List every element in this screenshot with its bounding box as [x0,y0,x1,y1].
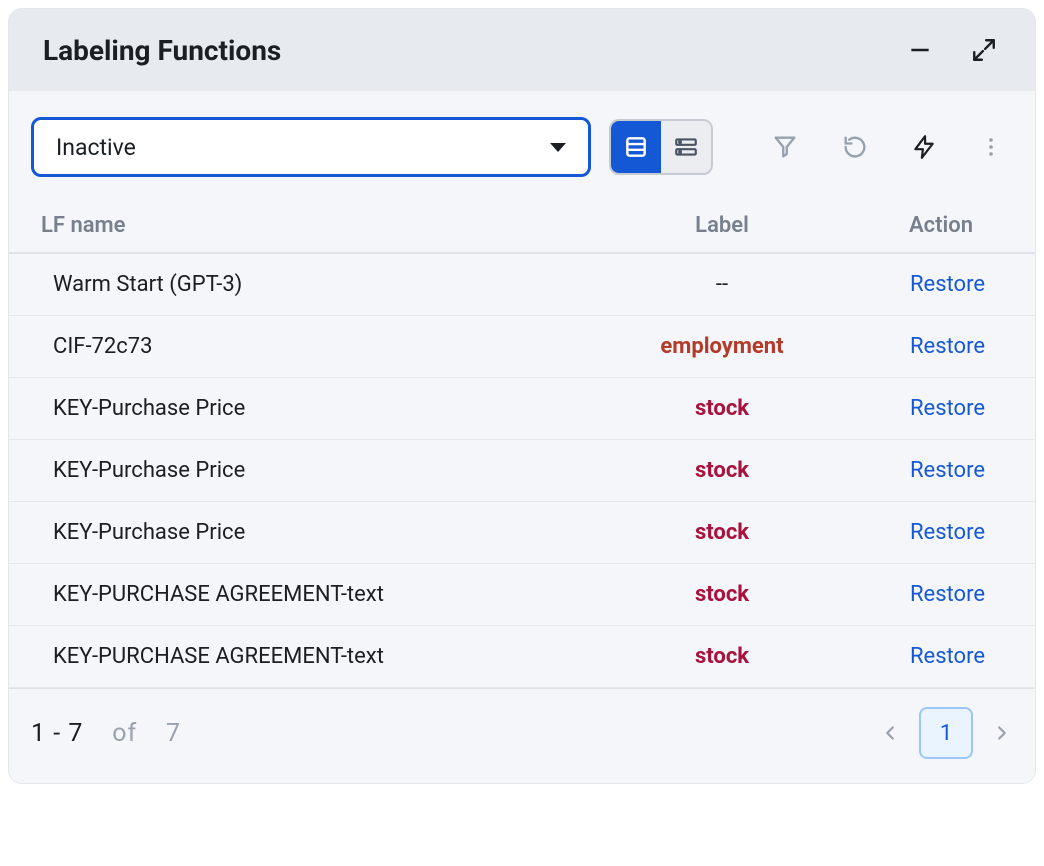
table-row: KEY-PURCHASE AGREEMENT-textstock Restore [9,564,1035,626]
panel-title: Labeling Functions [43,34,281,67]
cell-action: Restore [837,458,1017,483]
col-action: Action [837,213,1017,238]
restore-link[interactable]: Restore [910,644,985,669]
cell-label: stock [607,458,837,483]
lightning-button[interactable] [907,130,941,164]
view-toggle-detail[interactable] [661,121,711,173]
cell-action: Restore [837,582,1017,607]
cell-label: -- [607,272,837,297]
cell-action: Restore [837,396,1017,421]
panel-header: Labeling Functions [9,9,1035,91]
table-row: KEY-PURCHASE AGREEMENT-textstock Restore [9,626,1035,688]
cell-lf-name: KEY-PURCHASE AGREEMENT-text [53,644,607,669]
pager: 1 [879,707,1013,759]
restore-link[interactable]: Restore [910,334,985,359]
col-lf-name: LF name [41,213,607,238]
range-of-word: of [112,719,137,748]
toolbar: Inactive [9,91,1035,203]
cell-action: Restore [837,644,1017,669]
restore-link[interactable]: Restore [910,458,985,483]
more-button[interactable] [975,131,1007,163]
table-header: LF name Label Action [9,203,1035,254]
status-dropdown[interactable]: Inactive [31,117,591,177]
col-label: Label [607,213,837,238]
cell-action: Restore [837,272,1017,297]
expand-button[interactable] [967,33,1001,67]
cell-action: Restore [837,334,1017,359]
lf-table: LF name Label Action Warm Start (GPT-3)-… [9,203,1035,688]
table-row: KEY-Purchase Pricestock Restore [9,440,1035,502]
range-to: 7 [68,719,83,748]
chevron-down-icon [550,143,566,152]
view-toggle-list[interactable] [611,121,661,173]
cell-label: stock [607,644,837,669]
cell-label: stock [607,582,837,607]
cell-lf-name: KEY-Purchase Price [53,396,607,421]
minimize-button[interactable] [903,33,937,67]
cell-label: employment [607,334,837,359]
table-row: CIF-72c73employment Restore [9,316,1035,378]
panel-header-actions [903,33,1001,67]
table-body: Warm Start (GPT-3)--RestoreCIF-72c73empl… [9,254,1035,688]
cell-lf-name: KEY-Purchase Price [53,458,607,483]
cell-lf-name: KEY-Purchase Price [53,520,607,545]
refresh-button[interactable] [837,129,873,165]
refresh-icon [841,133,869,161]
table-row: KEY-Purchase Pricestock Restore [9,378,1035,440]
more-vertical-icon [979,135,1003,159]
view-toggle [609,119,713,175]
cell-label: stock [607,520,837,545]
pager-page-current[interactable]: 1 [919,707,973,759]
cell-lf-name: KEY-PURCHASE AGREEMENT-text [53,582,607,607]
pager-prev[interactable] [879,722,901,744]
toolbar-icons [767,129,1017,165]
list-view-icon [623,134,649,160]
labeling-functions-panel: Labeling Functions Inactive [8,8,1036,784]
table-footer: 1 - 7 of 7 1 [9,688,1035,783]
row-range: 1 - 7 of 7 [31,719,181,748]
cell-lf-name: Warm Start (GPT-3) [53,272,607,297]
expand-icon [971,37,997,63]
restore-link[interactable]: Restore [910,272,985,297]
cell-action: Restore [837,520,1017,545]
chevron-right-icon [991,722,1013,744]
pager-next[interactable] [991,722,1013,744]
status-dropdown-value: Inactive [56,134,136,161]
restore-link[interactable]: Restore [910,520,985,545]
cell-lf-name: CIF-72c73 [53,334,607,359]
detail-view-icon [673,134,699,160]
minus-icon [907,37,933,63]
table-row: KEY-Purchase Pricestock Restore [9,502,1035,564]
range-total: 7 [166,719,181,748]
restore-link[interactable]: Restore [910,582,985,607]
range-from: 1 [31,719,46,748]
table-row: Warm Start (GPT-3)-- Restore [9,254,1035,316]
restore-link[interactable]: Restore [910,396,985,421]
lightning-icon [911,134,937,160]
chevron-left-icon [879,722,901,744]
cell-label: stock [607,396,837,421]
filter-button[interactable] [767,129,803,165]
filter-icon [771,133,799,161]
